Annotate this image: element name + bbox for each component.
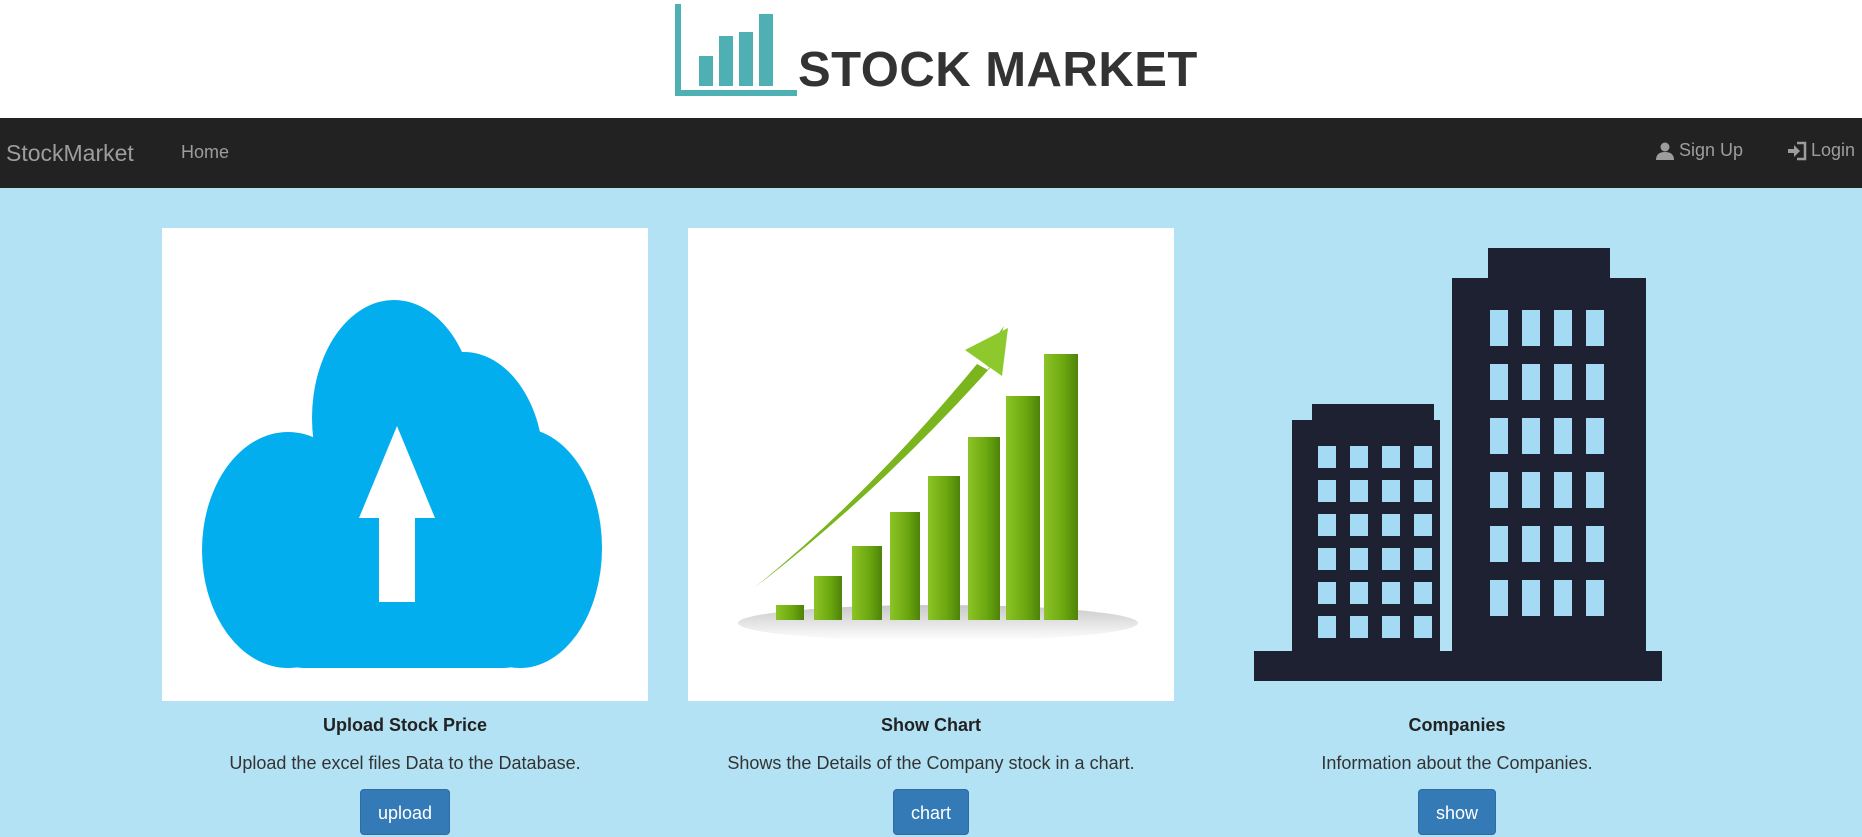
chart-button[interactable]: chart xyxy=(892,789,970,835)
companies-card-description: Information about the Companies. xyxy=(1321,753,1593,773)
top-navbar: StockMarket Home Sign Up Login xyxy=(0,118,1862,188)
chart-card-title: Show Chart xyxy=(880,715,981,735)
companies-card-title: Companies xyxy=(1408,715,1506,735)
brand-header: STOCK MARKET xyxy=(0,0,1862,118)
nav-login-label: Login xyxy=(1811,140,1856,160)
upload-button[interactable]: upload xyxy=(359,789,451,835)
navbar-brand-link[interactable]: StockMarket xyxy=(6,140,134,167)
login-icon xyxy=(1788,141,1807,160)
companies-card: Companies Information about the Companie… xyxy=(1214,228,1700,835)
upload-card-image xyxy=(162,228,648,701)
upload-card-title: Upload Stock Price xyxy=(322,715,488,735)
bar-chart-logo-icon xyxy=(675,4,797,96)
buildings-icon xyxy=(1254,248,1662,681)
site-title: STOCK MARKET xyxy=(798,43,1198,97)
show-button[interactable]: show xyxy=(1417,789,1497,835)
chart-card-image xyxy=(688,228,1174,701)
cloud-upload-icon xyxy=(202,300,602,668)
companies-card-image xyxy=(1214,228,1700,701)
upload-card: Upload Stock Price Upload the excel file… xyxy=(162,228,648,835)
main-content: Upload Stock Price Upload the excel file… xyxy=(0,188,1862,837)
nav-signup-label: Sign Up xyxy=(1679,140,1744,160)
nav-home-link[interactable]: Home xyxy=(181,142,229,163)
upload-card-description: Upload the excel files Data to the Datab… xyxy=(229,753,581,773)
chart-card-description: Shows the Details of the Company stock i… xyxy=(727,753,1135,773)
chart-card: Show Chart Shows the Details of the Comp… xyxy=(688,228,1174,835)
user-icon xyxy=(1656,142,1674,160)
nav-signup-link[interactable]: Sign Up xyxy=(1655,140,1743,161)
nav-login-link[interactable]: Login xyxy=(1787,140,1855,161)
growth-chart-icon xyxy=(738,326,1138,641)
